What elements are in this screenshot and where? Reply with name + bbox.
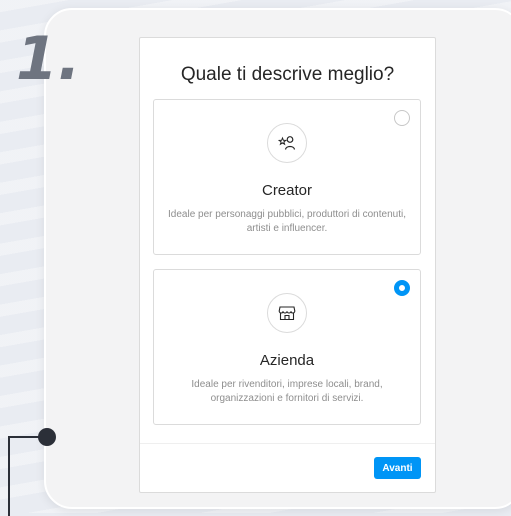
dialog-title: Quale ti descrive meglio? — [180, 64, 395, 85]
radio-creator[interactable] — [394, 110, 410, 126]
option-title-creator: Creator — [261, 182, 313, 199]
radio-azienda[interactable] — [394, 280, 410, 296]
footer-divider — [140, 443, 435, 444]
option-description-creator: Ideale per personaggi pubblici, produtto… — [168, 209, 406, 234]
step-number: 1. — [16, 24, 81, 94]
account-type-dialog: Quale ti descrive meglio? Creator Ideale… — [139, 37, 436, 493]
connector-dot — [38, 428, 56, 446]
connector-line-vertical — [8, 436, 10, 516]
option-azienda[interactable]: Azienda Ideale per rivenditori, imprese … — [153, 269, 421, 425]
next-button[interactable]: Avanti — [374, 457, 421, 479]
shop-icon — [267, 293, 307, 333]
option-title-azienda: Azienda — [259, 352, 315, 369]
option-description-azienda: Ideale per rivenditori, imprese locali, … — [191, 379, 383, 404]
creator-icon — [267, 123, 307, 163]
option-creator[interactable]: Creator Ideale per personaggi pubblici, … — [153, 99, 421, 255]
